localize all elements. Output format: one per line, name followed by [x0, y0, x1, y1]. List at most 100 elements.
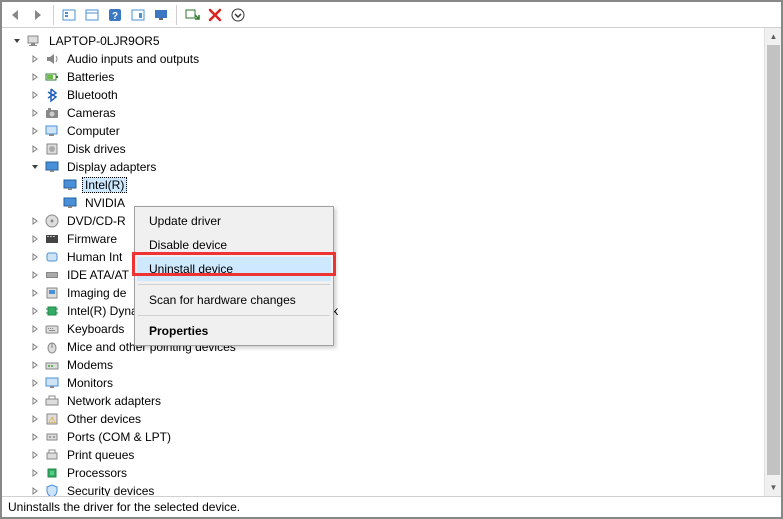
- device-category-display-adapters[interactable]: Display adapters: [6, 158, 764, 176]
- context-menu-item-disable-device[interactable]: Disable device: [137, 233, 331, 257]
- device-category-cameras[interactable]: Cameras: [6, 104, 764, 122]
- tree-item-label: Imaging de: [64, 285, 129, 301]
- dropdown-icon[interactable]: [227, 4, 249, 26]
- vertical-scrollbar[interactable]: ▲ ▼: [764, 28, 781, 496]
- device-category-human-int[interactable]: Human Int: [6, 248, 764, 266]
- scan-icon[interactable]: [181, 4, 203, 26]
- device-root[interactable]: LAPTOP-0LJR9OR5: [6, 32, 764, 50]
- tree-item-label: Batteries: [64, 69, 117, 85]
- device-tree[interactable]: LAPTOP-0LJR9OR5Audio inputs and outputs B…: [2, 28, 764, 496]
- device-category-audio-inputs-and-outputs[interactable]: Audio inputs and outputs: [6, 50, 764, 68]
- expander-icon[interactable]: [28, 106, 42, 120]
- expander-icon[interactable]: [28, 286, 42, 300]
- properties-icon[interactable]: [127, 4, 149, 26]
- disk-icon: [44, 141, 60, 157]
- help-icon[interactable]: [104, 4, 126, 26]
- expander-icon[interactable]: [28, 466, 42, 480]
- tree-item-label: Display adapters: [64, 159, 159, 175]
- expander-icon[interactable]: [28, 52, 42, 66]
- expander-icon[interactable]: [28, 124, 42, 138]
- device-category-processors[interactable]: Processors: [6, 464, 764, 482]
- expander-icon[interactable]: [28, 232, 42, 246]
- display-icon: [62, 177, 78, 193]
- expander-icon[interactable]: [28, 394, 42, 408]
- expander-icon[interactable]: [28, 358, 42, 372]
- device-category-keyboards[interactable]: Keyboards: [6, 320, 764, 338]
- expander-icon[interactable]: [28, 88, 42, 102]
- device-category-monitors[interactable]: Monitors: [6, 374, 764, 392]
- expander-icon[interactable]: [28, 304, 42, 318]
- expander-icon[interactable]: [28, 340, 42, 354]
- devices-icon[interactable]: [81, 4, 103, 26]
- tree-item-label: Other devices: [64, 411, 144, 427]
- tree-item-label: Human Int: [64, 249, 125, 265]
- monitor-cat-icon: [44, 375, 60, 391]
- device-category-ide-ata-at[interactable]: IDE ATA/AT: [6, 266, 764, 284]
- expander-icon[interactable]: [28, 412, 42, 426]
- context-menu-item-update-driver[interactable]: Update driver: [137, 209, 331, 233]
- scroll-down-button[interactable]: ▼: [765, 479, 781, 496]
- expander-icon[interactable]: [10, 34, 24, 48]
- context-menu[interactable]: Update driverDisable deviceUninstall dev…: [134, 206, 334, 346]
- tree-item-label: Processors: [64, 465, 130, 481]
- device-category-mice-and-other-pointing-devices[interactable]: Mice and other pointing devices: [6, 338, 764, 356]
- tree-item-label: Network adapters: [64, 393, 164, 409]
- scroll-up-button[interactable]: ▲: [765, 28, 781, 45]
- device-category-disk-drives[interactable]: Disk drives: [6, 140, 764, 158]
- device-category-firmware[interactable]: Firmware: [6, 230, 764, 248]
- processor-icon: [44, 465, 60, 481]
- expander-icon[interactable]: [28, 322, 42, 336]
- hid-icon: [44, 249, 60, 265]
- device-category-intel-r-dynamic-platform-and-thermal-framework[interactable]: Intel(R) Dynamic Platform and Thermal Fr…: [6, 302, 764, 320]
- dvd-icon: [44, 213, 60, 229]
- expander-icon[interactable]: [28, 448, 42, 462]
- device-category-ports-com-lpt[interactable]: Ports (COM & LPT): [6, 428, 764, 446]
- device-category-bluetooth[interactable]: Bluetooth: [6, 86, 764, 104]
- device-category-other-devices[interactable]: Other devices: [6, 410, 764, 428]
- tree-item-label: Modems: [64, 357, 116, 373]
- bluetooth-icon: [44, 87, 60, 103]
- device-item-nvidia[interactable]: NVIDIA: [6, 194, 764, 212]
- device-category-modems[interactable]: Modems: [6, 356, 764, 374]
- tree-item-label: IDE ATA/AT: [64, 267, 132, 283]
- show-hidden-icon[interactable]: [58, 4, 80, 26]
- context-menu-item-properties[interactable]: Properties: [137, 319, 331, 343]
- device-category-batteries[interactable]: Batteries: [6, 68, 764, 86]
- tree-item-label: Keyboards: [64, 321, 127, 337]
- scroll-thumb[interactable]: [767, 45, 780, 475]
- expander-icon[interactable]: [28, 430, 42, 444]
- tree-item-label: Audio inputs and outputs: [64, 51, 202, 67]
- device-category-computer[interactable]: Computer: [6, 122, 764, 140]
- device-category-dvd-cd-r[interactable]: DVD/CD-R: [6, 212, 764, 230]
- forward-icon[interactable]: [27, 4, 49, 26]
- firmware-icon: [44, 231, 60, 247]
- remove-icon[interactable]: [204, 4, 226, 26]
- modem-icon: [44, 357, 60, 373]
- expander-icon[interactable]: [28, 142, 42, 156]
- chip-icon: [44, 303, 60, 319]
- device-item-intel-r[interactable]: Intel(R): [6, 176, 764, 194]
- device-category-security-devices[interactable]: Security devices: [6, 482, 764, 496]
- context-menu-item-scan-for-hardware-changes[interactable]: Scan for hardware changes: [137, 288, 331, 312]
- tree-item-label: Print queues: [64, 447, 137, 463]
- expander-icon[interactable]: [28, 250, 42, 264]
- expander-icon[interactable]: [28, 214, 42, 228]
- computer-root-icon: [26, 33, 42, 49]
- display-icon: [62, 195, 78, 211]
- device-category-print-queues[interactable]: Print queues: [6, 446, 764, 464]
- expander-icon[interactable]: [28, 268, 42, 282]
- monitor-icon[interactable]: [150, 4, 172, 26]
- device-category-imaging-de[interactable]: Imaging de: [6, 284, 764, 302]
- expander-icon[interactable]: [28, 70, 42, 84]
- expander-icon[interactable]: [28, 160, 42, 174]
- expander-icon[interactable]: [28, 484, 42, 496]
- network-icon: [44, 393, 60, 409]
- back-icon[interactable]: [4, 4, 26, 26]
- tree-item-label: Cameras: [64, 105, 119, 121]
- device-category-network-adapters[interactable]: Network adapters: [6, 392, 764, 410]
- context-menu-item-uninstall-device[interactable]: Uninstall device: [137, 257, 331, 281]
- tree-item-label: Bluetooth: [64, 87, 121, 103]
- expander-icon[interactable]: [28, 376, 42, 390]
- toolbar-separator: [53, 5, 54, 25]
- printer-icon: [44, 447, 60, 463]
